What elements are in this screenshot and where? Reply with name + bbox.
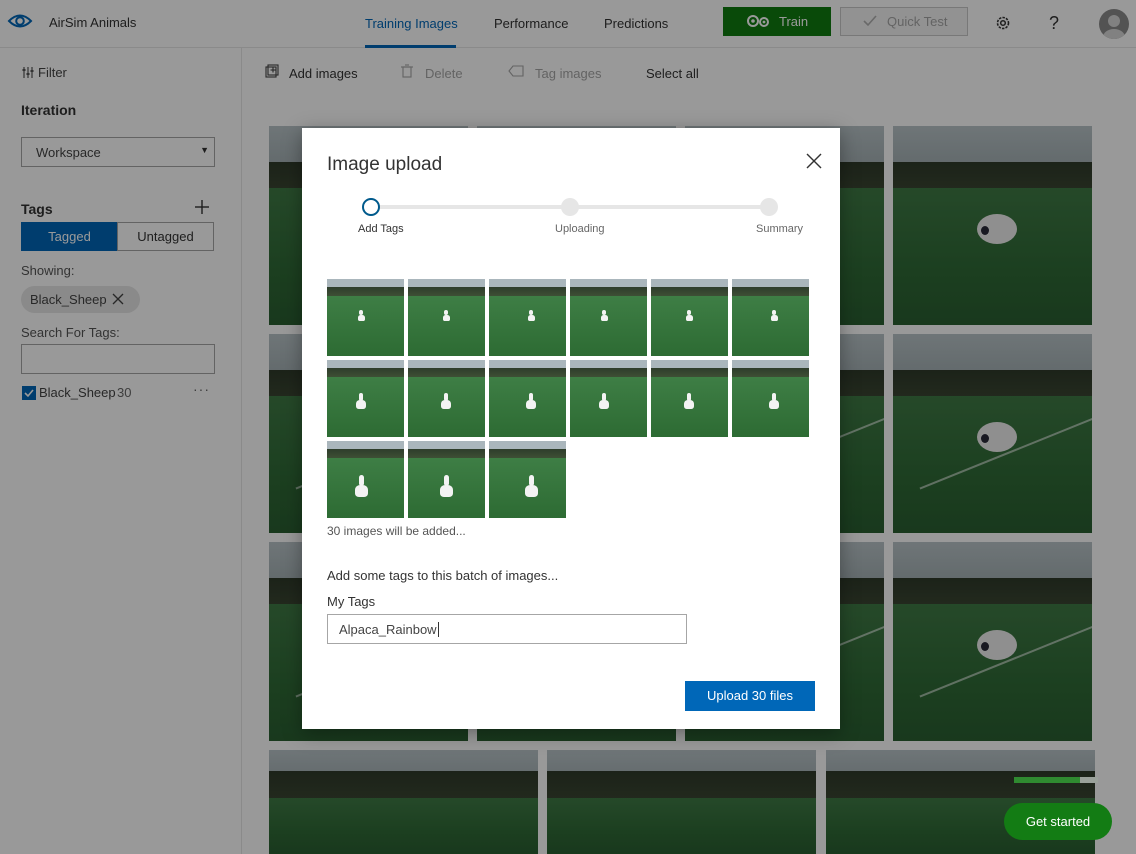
step-uploading-label: Uploading bbox=[555, 223, 605, 235]
step-summary-marker bbox=[760, 198, 778, 216]
batch-tags-prompt: Add some tags to this batch of images... bbox=[327, 568, 559, 583]
upload-thumbnail bbox=[489, 441, 566, 518]
upload-thumbnail bbox=[570, 279, 647, 356]
dialog-title: Image upload bbox=[327, 154, 443, 175]
upload-thumbnail bbox=[732, 279, 809, 356]
step-add-tags-label: Add Tags bbox=[358, 223, 404, 235]
get-started-button[interactable]: Get started bbox=[1004, 803, 1112, 840]
image-upload-dialog: Image upload Add Tags Uploading Summary … bbox=[302, 128, 840, 729]
my-tags-label: My Tags bbox=[327, 594, 376, 609]
upload-thumbnail bbox=[570, 360, 647, 437]
images-added-count: 30 images will be added... bbox=[327, 524, 466, 538]
upload-thumbnail bbox=[327, 360, 404, 437]
my-tags-input[interactable]: Alpaca_Rainbow bbox=[327, 614, 687, 644]
upload-thumbnail bbox=[489, 360, 566, 437]
upload-thumbnail bbox=[327, 279, 404, 356]
upload-thumbnail bbox=[408, 441, 485, 518]
step-uploading-marker bbox=[561, 198, 579, 216]
upload-thumbnail bbox=[732, 360, 809, 437]
step-add-tags-marker bbox=[362, 198, 380, 216]
upload-files-button[interactable]: Upload 30 files bbox=[685, 681, 815, 711]
step-summary-label: Summary bbox=[756, 223, 804, 235]
upload-thumbnail bbox=[408, 279, 485, 356]
upload-thumbnail bbox=[651, 279, 728, 356]
text-cursor bbox=[437, 622, 439, 637]
upload-thumbnail bbox=[489, 279, 566, 356]
close-icon[interactable] bbox=[805, 152, 823, 170]
upload-thumbnail bbox=[327, 441, 404, 518]
upload-thumbnail bbox=[651, 360, 728, 437]
upload-thumbnail bbox=[408, 360, 485, 437]
get-started-progress-fill bbox=[1014, 777, 1080, 783]
